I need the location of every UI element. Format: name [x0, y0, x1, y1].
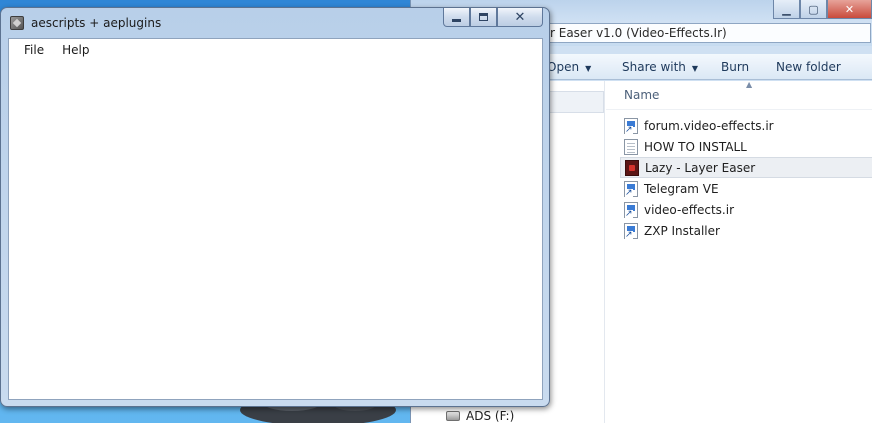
document-icon: [624, 138, 638, 155]
new-folder-button[interactable]: New folder: [776, 60, 841, 74]
menu-bar: File Help: [9, 39, 542, 61]
drive-label: ADS (F:): [466, 409, 515, 423]
chevron-down-icon: ▼: [691, 64, 699, 73]
close-icon: ✕: [514, 9, 526, 25]
explorer-maximize-button[interactable]: ▢: [800, 0, 827, 19]
burn-button[interactable]: Burn: [721, 60, 749, 74]
app-icon: [625, 159, 639, 176]
file-name: Lazy - Layer Easer: [645, 160, 756, 175]
explorer-window-controls: ▁ ▢ ✕: [773, 0, 872, 20]
header-divider: [606, 109, 872, 110]
close-button[interactable]: ✕: [497, 8, 543, 27]
new-folder-label: New folder: [776, 60, 841, 74]
file-list-pane: Name ▲ forum.video-effects.ir HOW TO INS…: [606, 80, 872, 423]
file-list: forum.video-effects.ir HOW TO INSTALL La…: [620, 115, 872, 241]
file-name: ZXP Installer: [644, 223, 720, 238]
open-label: Open: [547, 60, 580, 74]
nav-item-drive[interactable]: ADS (F:): [446, 409, 514, 423]
shortcut-icon: [624, 180, 638, 198]
shortcut-icon: [624, 222, 638, 240]
menu-help[interactable]: Help: [53, 43, 98, 57]
file-row-how-to-install[interactable]: HOW TO INSTALL: [620, 136, 872, 157]
minimize-button[interactable]: [443, 8, 470, 27]
maximize-icon: [479, 13, 488, 21]
file-name: Telegram VE: [644, 181, 719, 196]
dialog-window-controls: ✕: [443, 8, 543, 27]
file-name: video-effects.ir: [644, 202, 734, 217]
share-with-label: Share with: [622, 60, 686, 74]
chevron-down-icon: ▼: [585, 64, 592, 73]
shortcut-icon: [624, 201, 638, 219]
nav-selected-item[interactable]: [549, 91, 604, 113]
file-row-lazy-layer-easer[interactable]: Lazy - Layer Easer: [620, 157, 872, 178]
file-row-telegram-ve[interactable]: Telegram VE: [620, 178, 872, 199]
open-button[interactable]: Open ▼: [547, 60, 591, 74]
address-text: r Easer v1.0 (Video-Effects.Ir): [550, 26, 727, 40]
dialog-client-area: File Help: [8, 38, 543, 400]
file-row-forum[interactable]: forum.video-effects.ir: [620, 115, 872, 136]
dialog-titlebar[interactable]: aescripts + aeplugins ✕: [1, 8, 549, 38]
file-name: HOW TO INSTALL: [644, 139, 747, 154]
explorer-close-button[interactable]: ✕: [827, 0, 872, 19]
explorer-minimize-button[interactable]: ▁: [773, 0, 800, 19]
aescripts-dialog-window: aescripts + aeplugins ✕ File Help: [0, 7, 550, 407]
dialog-title: aescripts + aeplugins: [31, 16, 162, 30]
file-row-video-effects[interactable]: video-effects.ir: [620, 199, 872, 220]
maximize-button[interactable]: [470, 8, 497, 27]
app-icon: [10, 16, 24, 30]
file-name: forum.video-effects.ir: [644, 118, 774, 133]
burn-label: Burn: [721, 60, 750, 74]
minimize-icon: [452, 18, 461, 22]
menu-file[interactable]: File: [15, 43, 53, 57]
share-with-button[interactable]: Share with ▼: [622, 60, 698, 74]
column-header-name[interactable]: Name: [624, 88, 659, 102]
drive-icon: [446, 411, 460, 421]
sort-ascending-icon: ▲: [746, 80, 753, 89]
shortcut-icon: [624, 117, 638, 135]
file-row-zxp-installer[interactable]: ZXP Installer: [620, 220, 872, 241]
